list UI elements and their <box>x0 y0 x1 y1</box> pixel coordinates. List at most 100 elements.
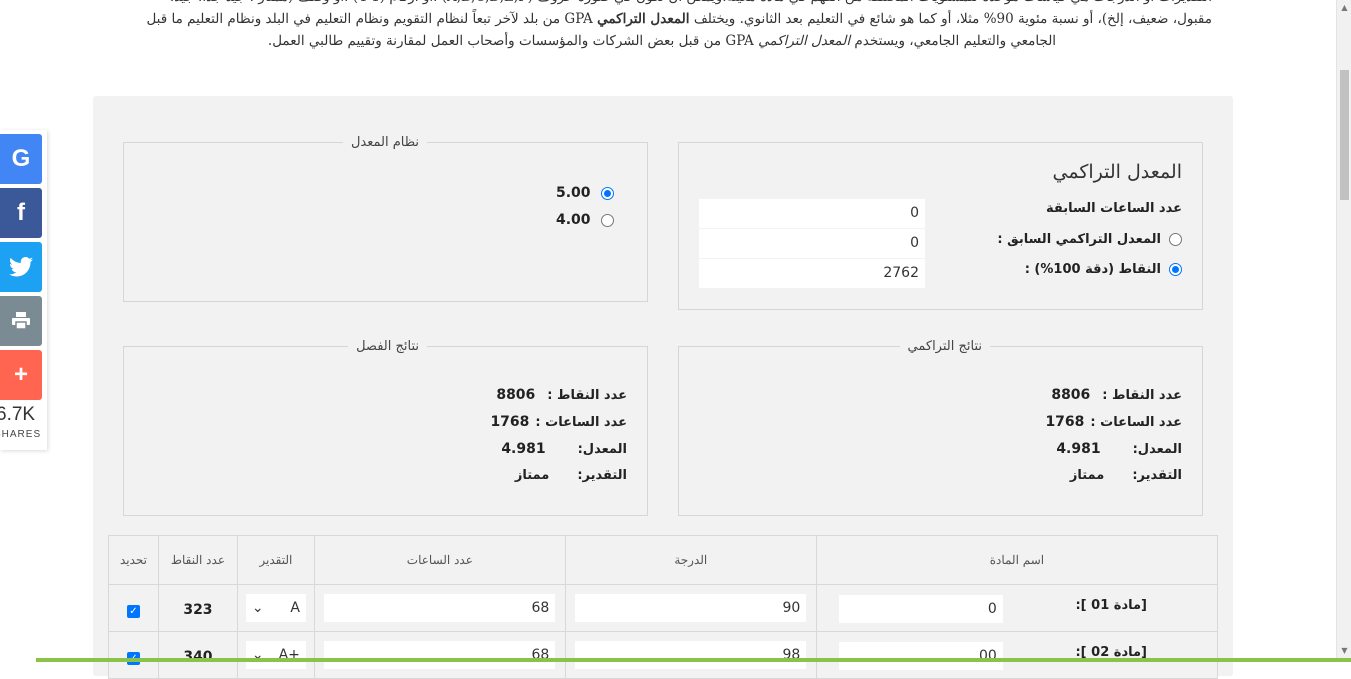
sem-points-value: 8806 <box>496 387 536 403</box>
hours-cell: 68 <box>313 584 566 632</box>
cum-points-value: 8806 <box>1051 387 1091 403</box>
vertical-scrollbar[interactable]: ▲ ▼ <box>1336 0 1351 662</box>
subject-cell: [مادة 02 ]: 00 <box>815 631 1219 679</box>
sem-gpa-label: المعدل: <box>577 441 627 457</box>
cum-hours-label: عدد الساعات : <box>1090 414 1182 430</box>
intro-line-2-bold: المعدل التراكمي <box>597 11 690 27</box>
score-input[interactable]: 90 <box>575 594 807 622</box>
select-checkbox[interactable]: ✓ <box>127 604 140 618</box>
grade-value: A <box>290 600 300 616</box>
prev-gpa-label: المعدل التراكمي السابق : <box>997 232 1161 247</box>
cumulative-results-box: نتائج التراكمي عدد النقاط : 8806 عدد الس… <box>678 338 1203 516</box>
grade-select[interactable]: ⌄ A+ <box>245 641 306 669</box>
intro-line-2: مقبول، ضعيف، إلخ)، أو نسبة مئوية 90% مثل… <box>112 8 1212 30</box>
cum-hours-row: عدد الساعات : 1768 <box>1045 414 1182 430</box>
system-4-label: 4.00 <box>556 212 591 228</box>
grade-cell: ⌄ A+ <box>236 631 315 679</box>
header-hours: عدد الساعات <box>313 535 566 585</box>
prev-gpa-option[interactable]: المعدل التراكمي السابق : <box>997 232 1182 247</box>
hours-cell: 68 <box>313 631 566 679</box>
points-radio[interactable] <box>1169 263 1182 276</box>
select-cell: ✓ <box>108 631 159 679</box>
system-5-label: 5.00 <box>556 185 591 201</box>
semester-results-box: نتائج الفصل عدد النقاط : 8806 عدد الساعا… <box>123 338 648 516</box>
points-value: 323 <box>183 601 213 618</box>
print-button[interactable] <box>0 296 42 346</box>
table-row: [مادة 01 ]: 0 90 68 ⌄ A 323 ✓ <box>108 584 1219 632</box>
score-cell: 98 <box>564 631 817 679</box>
intro-line-1: التقديرات او الدرجات هي قياسات موحدة للم… <box>112 0 1212 8</box>
hours-input[interactable]: 68 <box>324 594 556 622</box>
cum-grade-row: التقدير: ممتاز <box>1070 468 1182 483</box>
cumulative-results-legend: نتائج التراكمي <box>899 338 990 356</box>
twitter-icon <box>9 257 33 277</box>
prev-gpa-radio[interactable] <box>1169 233 1182 246</box>
gpa-system-box: نظام المعدل 5.00 4.00 <box>123 134 648 302</box>
score-cell: 90 <box>564 584 817 632</box>
subject-label: [مادة 01 ]: <box>1075 598 1147 613</box>
header-select: تحديد <box>108 535 159 585</box>
plus-icon: + <box>13 361 28 388</box>
grade-select[interactable]: ⌄ A <box>245 594 306 622</box>
system-option-5[interactable]: 5.00 <box>556 185 614 201</box>
cumulative-gpa-box: المعدل التراكمي عدد الساعات السابقة 0 ال… <box>678 142 1203 310</box>
cum-hours-value: 1768 <box>1045 414 1085 430</box>
header-score: الدرجة <box>564 535 817 585</box>
sem-hours-row: عدد الساعات : 1768 <box>490 414 627 430</box>
sem-points-label: عدد النقاط : <box>547 387 627 403</box>
subject-name-input[interactable]: 0 <box>838 595 1003 623</box>
scroll-down-arrow-icon[interactable]: ▼ <box>1337 643 1351 658</box>
grade-cell: ⌄ A <box>236 584 315 632</box>
sem-gpa-row: المعدل: 4.981 <box>501 441 627 457</box>
table-header-row: اسم المادة الدرجة عدد الساعات التقدير عد… <box>108 535 1219 585</box>
score-input[interactable]: 98 <box>575 641 807 669</box>
sem-hours-value: 1768 <box>490 414 530 430</box>
chevron-down-icon: ⌄ <box>251 600 264 616</box>
cum-gpa-value: 4.981 <box>1056 441 1101 457</box>
gpa-system-legend: نظام المعدل <box>342 134 427 152</box>
header-subject: اسم المادة <box>815 535 1219 585</box>
system-4-radio[interactable] <box>600 213 614 227</box>
system-option-4[interactable]: 4.00 <box>556 212 614 228</box>
subject-name-input[interactable]: 00 <box>838 642 1003 670</box>
sem-grade-value: ممتاز <box>514 468 550 483</box>
prev-gpa-input[interactable]: 0 <box>699 229 925 258</box>
table-row: [مادة 02 ]: 00 98 68 ⌄ A+ 340 ✓ <box>108 631 1219 679</box>
cumulative-title: المعدل التراكمي <box>1052 161 1182 183</box>
share-count: 6.7K <box>0 404 36 425</box>
sem-gpa-value: 4.981 <box>501 441 546 457</box>
intro-line-3-italic: المعدل التراكمي <box>758 33 851 49</box>
hours-input[interactable]: 68 <box>324 641 556 669</box>
prev-hours-input[interactable]: 0 <box>699 199 925 228</box>
points-label: النقاط (دقة 100%) : <box>1024 262 1161 277</box>
scrollbar-thumb[interactable] <box>1340 70 1349 200</box>
semester-results-legend: نتائج الفصل <box>348 338 427 356</box>
cum-points-row: عدد النقاط : 8806 <box>1051 387 1182 403</box>
bottom-accent-bar <box>36 658 1351 662</box>
system-5-radio[interactable] <box>600 186 614 200</box>
cum-grade-value: ممتاز <box>1069 468 1105 483</box>
intro-line-3: الجامعي والتعليم الجامعي، ويستخدم المعدل… <box>112 30 1212 52</box>
intro-line-2-end: GPA من بلد لآخر تبعاً لنظام التقويم ونظا… <box>146 11 593 27</box>
more-share-button[interactable]: + <box>0 350 42 400</box>
header-points: عدد النقاط <box>158 535 238 585</box>
intro-line-3-start: الجامعي والتعليم الجامعي، ويستخدم <box>854 33 1057 49</box>
intro-line-2-start: مقبول، ضعيف، إلخ)، أو نسبة مئوية 90% مثل… <box>693 11 1212 27</box>
intro-paragraph: التقديرات او الدرجات هي قياسات موحدة للم… <box>112 0 1212 52</box>
scroll-up-arrow-icon[interactable]: ▲ <box>1337 0 1351 15</box>
cum-gpa-row: المعدل: 4.981 <box>1056 441 1182 457</box>
points-input[interactable]: 2762 <box>699 259 925 288</box>
facebook-share-button[interactable]: f <box>0 188 42 238</box>
points-option[interactable]: النقاط (دقة 100%) : <box>1025 262 1182 277</box>
twitter-share-button[interactable] <box>0 242 42 292</box>
google-icon: G <box>11 145 31 172</box>
cum-points-label: عدد النقاط : <box>1102 387 1182 403</box>
google-share-button[interactable]: G <box>0 134 42 184</box>
sem-grade-label: التقدير: <box>577 468 627 483</box>
header-grade: التقدير <box>236 535 315 585</box>
intro-line-3-end: GPA من قبل بعض الشركات والمؤسسات وأصحاب … <box>267 33 754 49</box>
prev-hours-label-text: عدد الساعات السابقة <box>1046 201 1182 216</box>
sem-hours-label: عدد الساعات : <box>535 414 627 430</box>
share-label: SHARES <box>0 429 42 440</box>
subject-cell: [مادة 01 ]: 0 <box>815 584 1219 632</box>
